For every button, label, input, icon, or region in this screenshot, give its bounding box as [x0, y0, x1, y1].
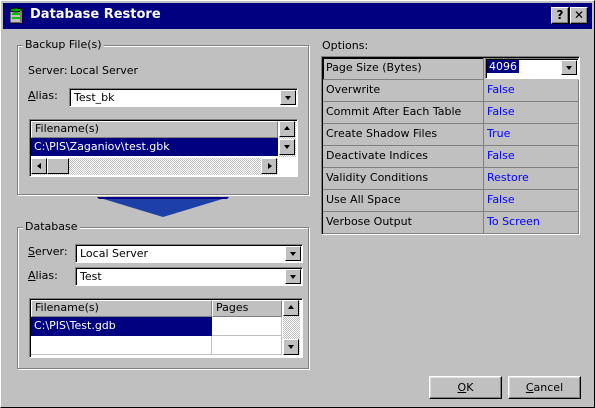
- option-value-use-all-space[interactable]: False: [484, 190, 579, 212]
- database-server-label: Server:: [28, 245, 68, 258]
- chevron-up-icon: [284, 126, 290, 130]
- database-group-label: Database: [23, 220, 80, 233]
- backup-files-header[interactable]: Filename(s): [31, 121, 278, 138]
- database-files-list[interactable]: Filename(s) Pages C:\PIS\Test.gdb: [29, 298, 303, 358]
- option-name-verbose-output: Verbose Output: [323, 212, 484, 234]
- database-empty-pages-cell[interactable]: [212, 336, 282, 355]
- window-title: Database Restore: [30, 7, 161, 22]
- database-alias-dropdown-button[interactable]: [285, 269, 301, 284]
- option-name-create-shadow-files: Create Shadow Files: [323, 124, 484, 146]
- database-alias-value: Test: [80, 270, 102, 283]
- database-alias-combo[interactable]: Test: [75, 267, 303, 286]
- page-size-value: 4096: [487, 60, 519, 73]
- page-size-dropdown-button[interactable]: [561, 60, 577, 75]
- database-files-scroll-up[interactable]: [283, 300, 299, 316]
- option-name-validity-conditions: Validity Conditions: [323, 168, 484, 190]
- title-bar[interactable]: Database Restore ? ✕: [3, 3, 592, 29]
- chevron-down-icon: [290, 252, 296, 256]
- option-value-verbose-output[interactable]: To Screen: [484, 212, 579, 234]
- options-label: Options:: [322, 39, 369, 52]
- chevron-down-icon: [290, 275, 296, 279]
- backup-files-scroll-right[interactable]: [261, 158, 277, 174]
- backup-server-value: Local Server: [70, 64, 139, 77]
- backup-alias-combo[interactable]: Test_bk: [69, 88, 298, 107]
- option-value-overwrite[interactable]: False: [484, 80, 579, 102]
- chevron-right-icon: [268, 163, 272, 169]
- option-value-deactivate-indices[interactable]: False: [484, 146, 579, 168]
- close-icon: ✕: [573, 8, 585, 22]
- database-server-dropdown-button[interactable]: [285, 246, 301, 261]
- arrow-down-icon: [97, 197, 229, 217]
- database-empty-row[interactable]: [31, 336, 212, 355]
- help-button[interactable]: ?: [551, 7, 569, 24]
- cancel-button[interactable]: Cancel: [508, 376, 581, 399]
- chevron-left-icon: [37, 163, 41, 169]
- chevron-down-icon: [284, 145, 290, 149]
- database-files-scroll-down[interactable]: [283, 339, 299, 355]
- database-alias-label: Alias:: [28, 269, 58, 282]
- page-size-combo[interactable]: 4096: [485, 58, 579, 79]
- backup-server-label: Server:: [28, 64, 68, 77]
- database-icon: [9, 7, 23, 24]
- option-value-validity-conditions[interactable]: Restore: [484, 168, 579, 190]
- backup-files-scroll-down[interactable]: [279, 139, 295, 155]
- chevron-down-icon: [566, 66, 572, 70]
- database-pages-header[interactable]: Pages: [212, 300, 282, 317]
- option-value-create-shadow-files[interactable]: True: [484, 124, 579, 146]
- chevron-up-icon: [288, 305, 294, 309]
- chevron-down-icon: [285, 96, 291, 100]
- database-server-value: Local Server: [80, 247, 149, 260]
- option-value-commit-after-each-table[interactable]: False: [484, 102, 579, 124]
- database-restore-dialog: Database Restore ? ✕ Backup File(s) Serv…: [0, 0, 595, 408]
- backup-alias-dropdown-button[interactable]: [280, 90, 296, 105]
- backup-files-scroll-left[interactable]: [31, 158, 47, 174]
- help-icon: ?: [556, 8, 564, 22]
- option-name-commit-after-each-table: Commit After Each Table: [323, 102, 484, 124]
- backup-alias-label: Alias:: [28, 89, 58, 102]
- database-file-row[interactable]: C:\PIS\Test.gdb: [31, 317, 212, 336]
- options-grid: Page Size (Bytes) 4096 Overwrite False C…: [321, 56, 580, 235]
- ok-button[interactable]: OK: [429, 376, 502, 399]
- close-button[interactable]: ✕: [570, 7, 588, 24]
- backup-file-row[interactable]: C:\PIS\Zaganiov\test.gbk: [31, 138, 278, 156]
- option-name-use-all-space: Use All Space: [323, 190, 484, 212]
- backup-files-hscroll-thumb[interactable]: [47, 158, 69, 174]
- option-name-overwrite: Overwrite: [323, 80, 484, 102]
- database-server-combo[interactable]: Local Server: [75, 244, 303, 263]
- database-file-pages-cell[interactable]: [212, 317, 282, 336]
- option-name-deactivate-indices: Deactivate Indices: [323, 146, 484, 168]
- chevron-down-icon: [288, 345, 294, 349]
- backup-files-list[interactable]: Filename(s) C:\PIS\Zaganiov\test.gbk: [29, 119, 298, 177]
- database-files-header[interactable]: Filename(s): [31, 300, 212, 317]
- backup-alias-value: Test_bk: [74, 91, 115, 104]
- option-name-page-size: Page Size (Bytes): [323, 58, 484, 80]
- backup-files-group-label: Backup File(s): [23, 38, 104, 51]
- backup-files-scroll-up[interactable]: [279, 121, 295, 137]
